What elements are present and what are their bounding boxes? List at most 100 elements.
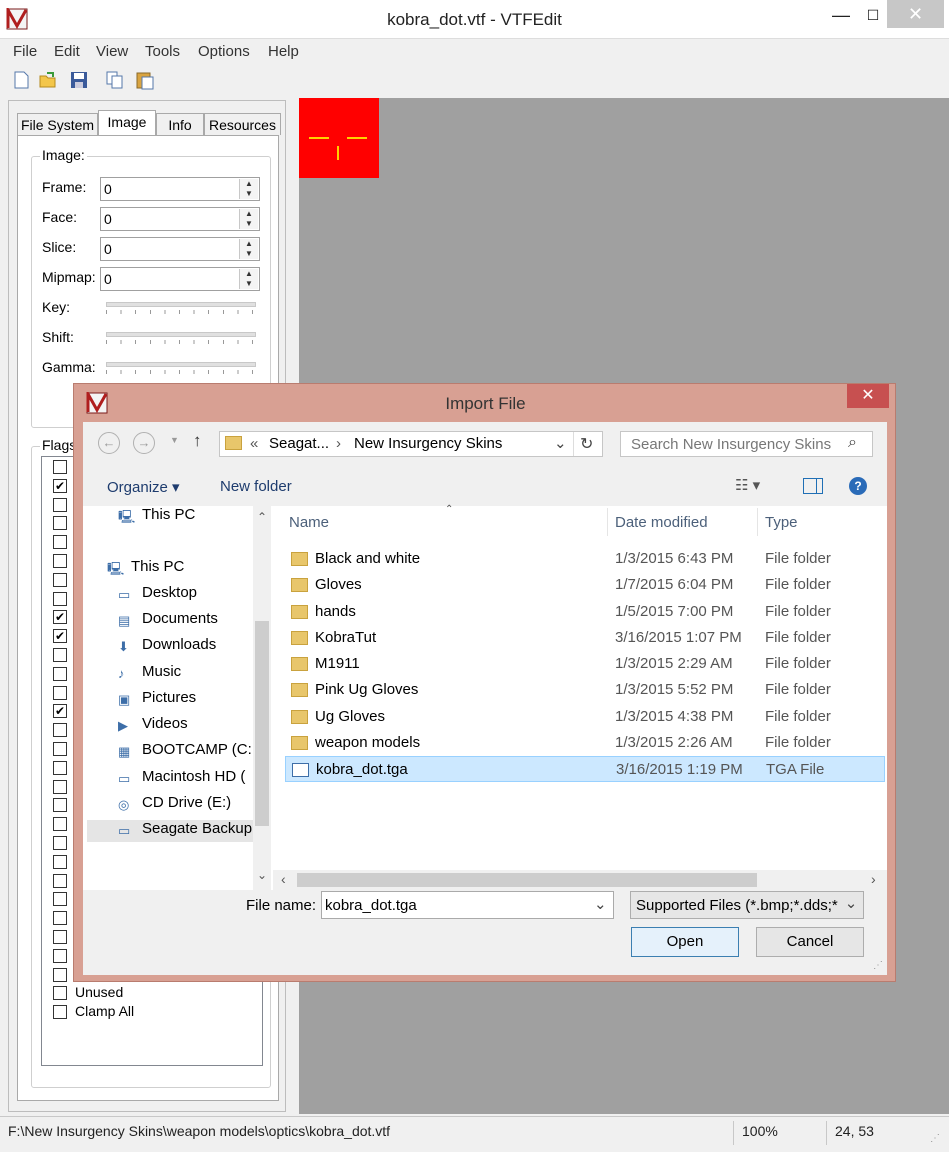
copy-icon[interactable] — [105, 70, 125, 90]
new-folder-button[interactable]: New folder — [220, 478, 292, 495]
menu-file[interactable]: File — [13, 43, 37, 60]
file-row[interactable]: M1911 1/3/2015 2:29 AM File folder — [285, 651, 885, 677]
nav-item-label: CD Drive (E:) — [142, 794, 232, 811]
flag-checkbox[interactable] — [53, 535, 67, 550]
tab-file-system[interactable]: File System — [17, 113, 98, 135]
flag-checkbox[interactable] — [53, 948, 67, 963]
flag-checkbox[interactable] — [53, 930, 67, 944]
file-row[interactable]: Black and white 1/3/2015 6:43 PM File fold… — [285, 546, 885, 572]
file-type-select[interactable]: Supported Files (*.bmp;*.dds;*. ⌄ — [630, 891, 864, 919]
flag-checkbox[interactable] — [53, 742, 67, 756]
file-name-input[interactable]: kobra_dot.tga ⌄ — [321, 891, 614, 919]
close-button[interactable]: ✕ — [887, 0, 944, 28]
hscrollbar-thumb[interactable] — [297, 873, 757, 887]
file-row[interactable]: hands 1/5/2015 7:00 PM File folder — [285, 599, 885, 625]
scroll-up-icon[interactable]: ⌃ — [257, 510, 267, 524]
flag-checkbox[interactable] — [53, 685, 67, 700]
search-icon[interactable]: ⌕ — [848, 434, 857, 452]
file-row[interactable]: Gloves 1/7/2015 6:04 PM File folder — [285, 572, 885, 598]
flag-checkbox[interactable] — [53, 817, 67, 832]
flag-checkbox[interactable] — [53, 779, 67, 794]
flag-checkbox[interactable]: ✔ — [53, 478, 67, 493]
nav-scrollbar[interactable]: ⌃ ⌄ — [253, 506, 271, 890]
paste-icon[interactable] — [135, 70, 155, 90]
forward-arrow-icon[interactable]: → — [133, 432, 155, 454]
flag-checkbox[interactable] — [53, 497, 67, 512]
tab-image[interactable]: Image — [98, 110, 156, 136]
breadcrumb-separator[interactable]: › — [336, 435, 341, 452]
flag-checkbox[interactable]: ✔ — [53, 629, 67, 644]
file-row[interactable]: Pink Ug Gloves 1/3/2015 5:52 PM File folde… — [285, 677, 885, 703]
minimize-button[interactable]: — — [825, 0, 857, 30]
file-type-dropdown-icon[interactable]: ⌄ — [839, 894, 863, 916]
cancel-button[interactable]: Cancel — [756, 927, 864, 957]
menu-tools[interactable]: Tools — [145, 43, 180, 60]
file-row[interactable]: KobraTut 3/16/2015 1:07 PM File folder — [285, 625, 885, 651]
search-box[interactable]: Search New Insurgency Skins ⌕ — [620, 431, 873, 457]
menu-edit[interactable]: Edit — [54, 43, 80, 60]
flag-checkbox[interactable] — [53, 666, 67, 681]
flag-checkbox[interactable] — [53, 892, 67, 907]
refresh-icon[interactable]: ↻ — [580, 434, 593, 454]
organize-button[interactable]: Organize ▾ — [107, 478, 180, 496]
menu-options[interactable]: Options — [198, 43, 250, 60]
tab-resources[interactable]: Resources — [204, 113, 281, 135]
file-row[interactable]: Ug Gloves 1/3/2015 4:38 PM File folder — [285, 704, 885, 730]
file-row[interactable]: kobra_dot.tga 3/16/2015 1:19 PM TGA File — [285, 756, 885, 782]
help-icon[interactable]: ? — [849, 477, 867, 495]
folder-icon — [291, 604, 308, 619]
flag-checkbox[interactable] — [53, 854, 67, 869]
resize-grip-icon[interactable]: ⋰ — [873, 960, 883, 971]
recent-locations-chevron-icon[interactable]: ▼ — [170, 435, 179, 445]
flag-checkbox[interactable] — [53, 911, 67, 926]
file-row[interactable]: weapon models 1/3/2015 2:26 AM File folder — [285, 730, 885, 756]
flag-checkbox[interactable] — [53, 591, 67, 606]
up-arrow-icon[interactable]: ↑ — [193, 431, 202, 451]
file-type: File folder — [765, 602, 831, 620]
flag-checkbox[interactable] — [53, 760, 67, 775]
resize-grip-icon[interactable]: ⋰ — [930, 1133, 940, 1144]
column-header-type[interactable]: Type — [765, 514, 798, 531]
preview-pane-icon[interactable] — [803, 478, 823, 494]
flag-checkbox[interactable] — [53, 836, 67, 850]
column-header-date-modified[interactable]: Date modified — [615, 514, 708, 531]
address-dropdown-icon[interactable]: ⌄ — [554, 434, 567, 452]
file-list-hscrollbar[interactable]: ‹ › — [273, 870, 887, 890]
scroll-right-icon[interactable]: › — [871, 871, 876, 887]
menu-view[interactable]: View — [96, 43, 128, 60]
column-header-name[interactable]: Name — [289, 514, 329, 531]
breadcrumb-seagate[interactable]: Seagat... — [269, 435, 329, 452]
flag-checkbox[interactable] — [53, 967, 67, 982]
new-icon[interactable] — [11, 70, 31, 90]
dialog-close-button[interactable]: ✕ — [847, 384, 889, 408]
nav-scrollbar-thumb[interactable] — [255, 621, 269, 826]
flag-checkbox[interactable] — [53, 798, 67, 813]
flag-checkbox[interactable] — [53, 460, 67, 474]
menu-help[interactable]: Help — [268, 43, 299, 60]
flag-checkbox[interactable] — [53, 554, 67, 568]
open-button[interactable]: Open — [631, 927, 739, 957]
flag-checkbox[interactable] — [53, 1005, 67, 1020]
flag-checkbox[interactable] — [53, 648, 67, 662]
maximize-button[interactable]: ☐ — [857, 0, 889, 30]
flag-checkbox[interactable]: ✔ — [53, 704, 67, 719]
breadcrumb-current[interactable]: New Insurgency Skins — [354, 435, 502, 452]
flag-checkbox[interactable] — [53, 572, 67, 587]
scroll-down-icon[interactable]: ⌄ — [257, 868, 267, 882]
flag-checkbox[interactable]: ✔ — [53, 610, 67, 625]
flag-checkbox[interactable] — [53, 516, 67, 531]
nav-item[interactable]: ▭ Seagate Backup — [87, 820, 253, 842]
view-options-icon[interactable]: ☷ ▾ — [735, 476, 760, 494]
flag-checkbox[interactable] — [53, 873, 67, 888]
breadcrumb-overflow[interactable]: « — [250, 435, 258, 452]
flag-checkbox[interactable] — [53, 723, 67, 738]
nav-item[interactable]: 🖳 This PC — [107, 558, 267, 580]
save-icon[interactable] — [69, 70, 89, 90]
flag-checkbox[interactable] — [53, 986, 67, 1001]
back-arrow-icon[interactable]: ← — [98, 432, 120, 454]
tab-info[interactable]: Info — [156, 113, 204, 135]
file-name-dropdown-icon[interactable]: ⌄ — [594, 895, 607, 913]
address-bar[interactable]: « Seagat... › New Insurgency Skins ⌄ ↻ — [219, 431, 603, 457]
open-icon[interactable] — [38, 70, 58, 90]
scroll-left-icon[interactable]: ‹ — [281, 871, 286, 887]
